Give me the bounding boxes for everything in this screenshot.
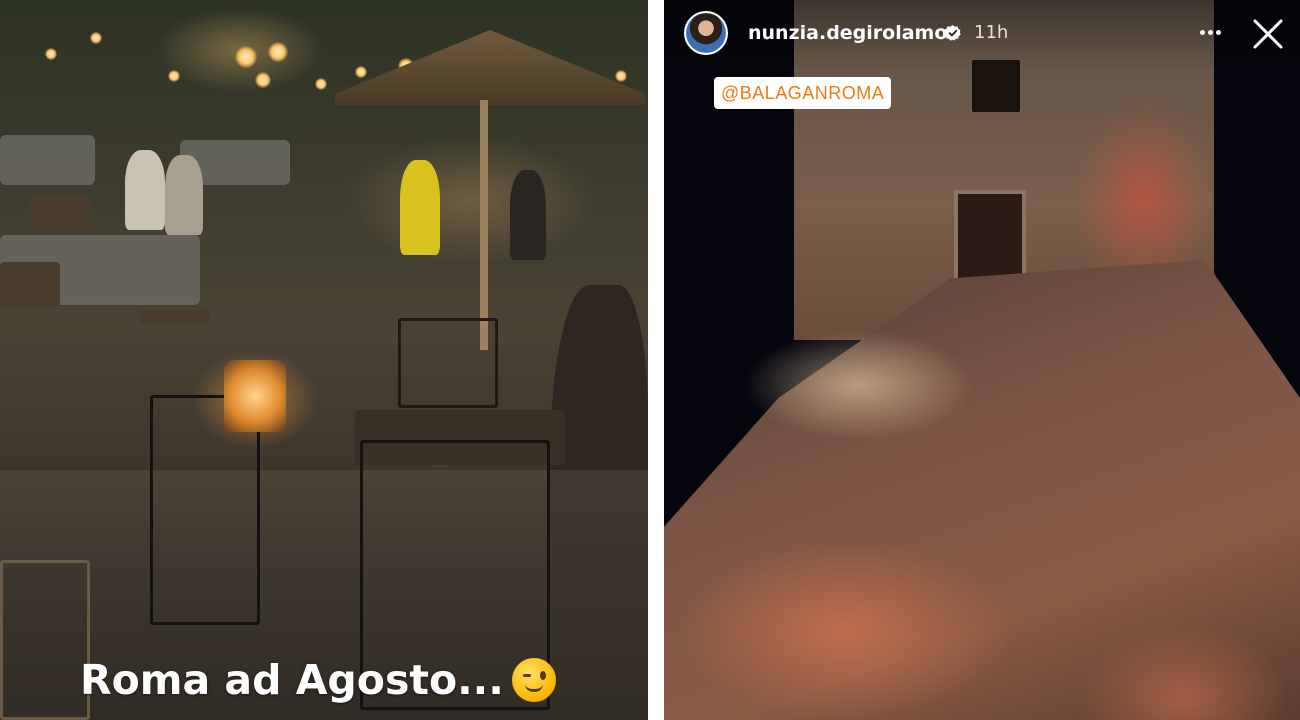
wooden-chair bbox=[0, 560, 90, 720]
lounge-sofa bbox=[0, 135, 95, 185]
close-icon[interactable] bbox=[1250, 16, 1286, 52]
string-light bbox=[355, 66, 367, 78]
string-light bbox=[315, 78, 327, 90]
verified-badge-icon bbox=[944, 25, 961, 41]
wrought-iron-chair bbox=[398, 318, 498, 408]
caption-text: Roma ad Agosto... bbox=[80, 656, 504, 704]
guest bbox=[510, 170, 546, 260]
string-light bbox=[268, 42, 288, 62]
story-header: nunzia.degirolamo 11h bbox=[664, 0, 1300, 70]
guest bbox=[125, 150, 165, 230]
panel-divider bbox=[648, 0, 664, 720]
post-time: 11h bbox=[974, 22, 1009, 43]
parasol bbox=[335, 30, 645, 105]
guest bbox=[165, 155, 203, 235]
coffee-table bbox=[30, 196, 90, 232]
story-image-terrace: Roma ad Agosto... bbox=[0, 0, 648, 720]
candle-lantern bbox=[224, 360, 286, 432]
string-light bbox=[90, 32, 102, 44]
string-light bbox=[615, 70, 627, 82]
coffee-table bbox=[0, 262, 60, 307]
guest bbox=[400, 160, 440, 255]
profile-photo bbox=[686, 13, 726, 53]
avatar[interactable] bbox=[684, 11, 728, 55]
story-viewer: nunzia.degirolamo 11h @BALAGANROMA bbox=[664, 0, 1300, 720]
more-options-button[interactable] bbox=[1194, 14, 1226, 50]
wall-highlight bbox=[744, 330, 974, 440]
string-light bbox=[255, 72, 271, 88]
string-light bbox=[168, 70, 180, 82]
winking-face-emoji-icon bbox=[511, 658, 556, 702]
mention-sticker[interactable]: @BALAGANROMA bbox=[714, 77, 892, 109]
story-caption: Roma ad Agosto... bbox=[80, 652, 556, 708]
illuminated-stone-wall bbox=[664, 260, 1300, 720]
string-light bbox=[235, 46, 257, 68]
parasol-pole bbox=[480, 100, 488, 350]
username[interactable]: nunzia.degirolamo bbox=[748, 20, 947, 46]
bistro-table bbox=[140, 310, 210, 324]
string-light bbox=[45, 48, 57, 60]
more-options-icon bbox=[1199, 29, 1205, 35]
